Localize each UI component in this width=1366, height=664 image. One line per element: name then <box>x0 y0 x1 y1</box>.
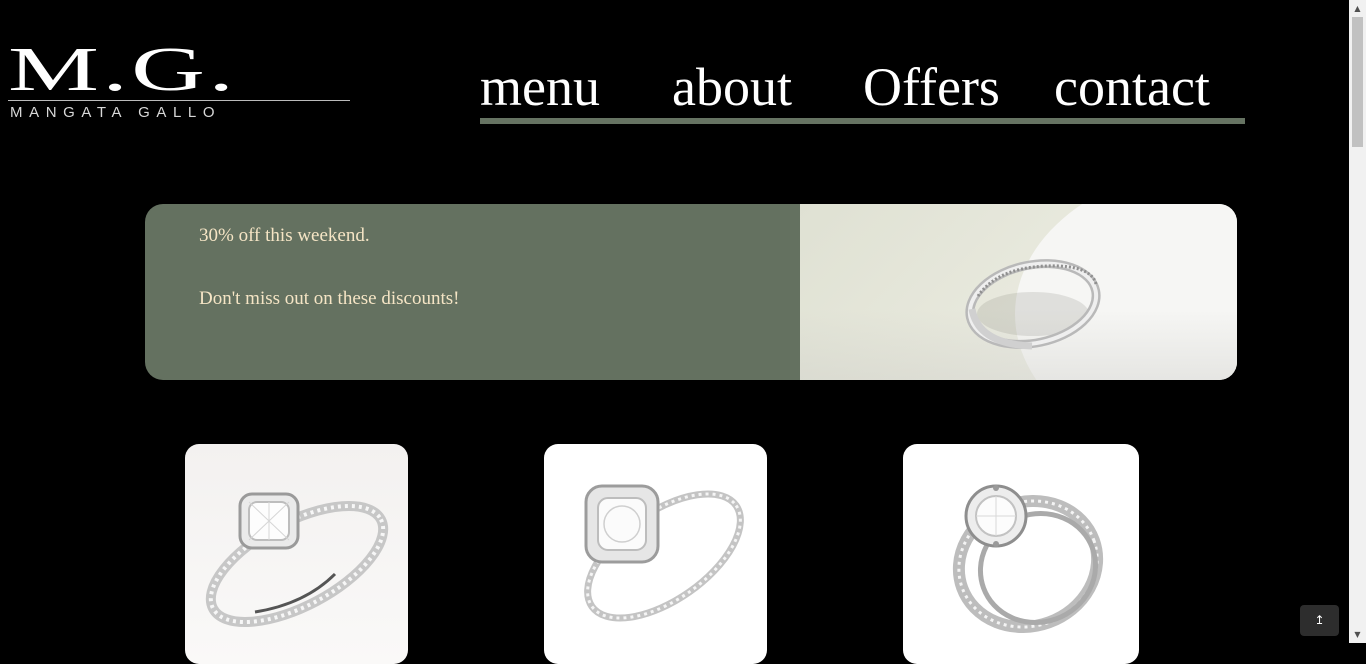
ring-cushion-halo-image <box>205 492 389 628</box>
scroll-down-icon[interactable]: ▼ <box>1349 626 1366 643</box>
ring-split-shank-image <box>952 484 1104 633</box>
nav-underline <box>480 118 1245 124</box>
logo-subtitle: MANGATA GALLO <box>10 104 222 121</box>
nav-about-link[interactable]: about <box>672 56 792 118</box>
banner-ring-image <box>800 204 1237 380</box>
banner-subline: Don't miss out on these discounts! <box>199 288 460 309</box>
scroll-up-icon[interactable]: ▲ <box>1349 0 1366 17</box>
offer-banner: 30% off this weekend. Don't miss out on … <box>145 204 1237 380</box>
nav-contact-link[interactable]: contact <box>1054 56 1210 118</box>
ring-halo-image <box>584 484 744 622</box>
nav-menu-link[interactable]: menu <box>480 56 600 118</box>
scrollbar-thumb[interactable] <box>1352 17 1363 147</box>
banner-headline: 30% off this weekend. <box>199 225 370 246</box>
product-card[interactable] <box>544 444 767 664</box>
product-card[interactable] <box>185 444 408 664</box>
brand-logo[interactable]: M.G. MANGATA GALLO <box>8 39 352 124</box>
product-card[interactable] <box>903 444 1139 664</box>
logo-divider <box>8 100 350 101</box>
arrow-up-icon: ↥ <box>1314 613 1325 627</box>
page-scrollbar[interactable]: ▲ ▼ <box>1349 0 1366 643</box>
main-nav: menu about Offers contact <box>480 56 1245 124</box>
back-to-top-button[interactable]: ↥ <box>1300 605 1339 636</box>
nav-offers-link[interactable]: Offers <box>863 56 1000 118</box>
